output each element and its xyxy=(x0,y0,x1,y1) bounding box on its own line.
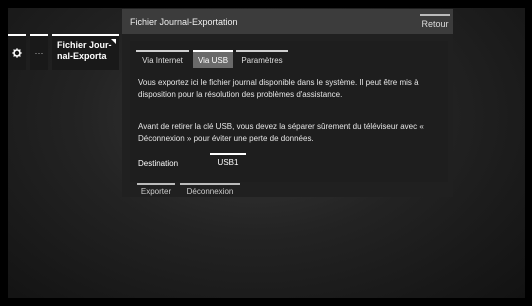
breadcrumb-current-line1: Fichier Jour- xyxy=(57,40,112,50)
dialog-title-bar: Fichier Journal-Exportation Retour xyxy=(122,9,453,34)
log-export-dialog: Fichier Journal-Exportation Retour Via I… xyxy=(122,9,453,197)
dialog-content: Via Internet Via USB Paramètres Vous exp… xyxy=(130,41,448,182)
warning-paragraph: Avant de retirer la clé USB, vous devez … xyxy=(138,122,424,143)
destination-select[interactable]: USB1 xyxy=(210,153,246,169)
breadcrumb-settings[interactable] xyxy=(8,34,26,70)
breadcrumb-current[interactable]: Fichier Jour- nal-Exporta xyxy=(52,34,119,70)
dialog-title: Fichier Journal-Exportation xyxy=(130,17,238,27)
tv-screen: ··· Fichier Jour- nal-Exporta Fichier Jo… xyxy=(0,0,532,306)
screen-bezel-right xyxy=(525,0,532,306)
tab-parametres[interactable]: Paramètres xyxy=(236,50,288,68)
breadcrumb-current-line2: nal-Exporta xyxy=(57,51,107,61)
destination-label: Destination xyxy=(138,159,179,168)
gear-icon xyxy=(12,48,22,58)
breadcrumb-more[interactable]: ··· xyxy=(30,34,48,70)
tab-via-internet[interactable]: Via Internet xyxy=(136,50,189,68)
back-button[interactable]: Retour xyxy=(420,14,450,32)
description-paragraph: Vous exportez ici le fichier journal dis… xyxy=(138,78,419,99)
export-button[interactable]: Exporter xyxy=(137,183,175,198)
disconnect-button[interactable]: Déconnexion xyxy=(180,183,240,198)
tab-via-usb[interactable]: Via USB xyxy=(193,50,233,68)
screen-bezel-left xyxy=(0,0,8,306)
corner-arrow-icon xyxy=(111,39,116,44)
